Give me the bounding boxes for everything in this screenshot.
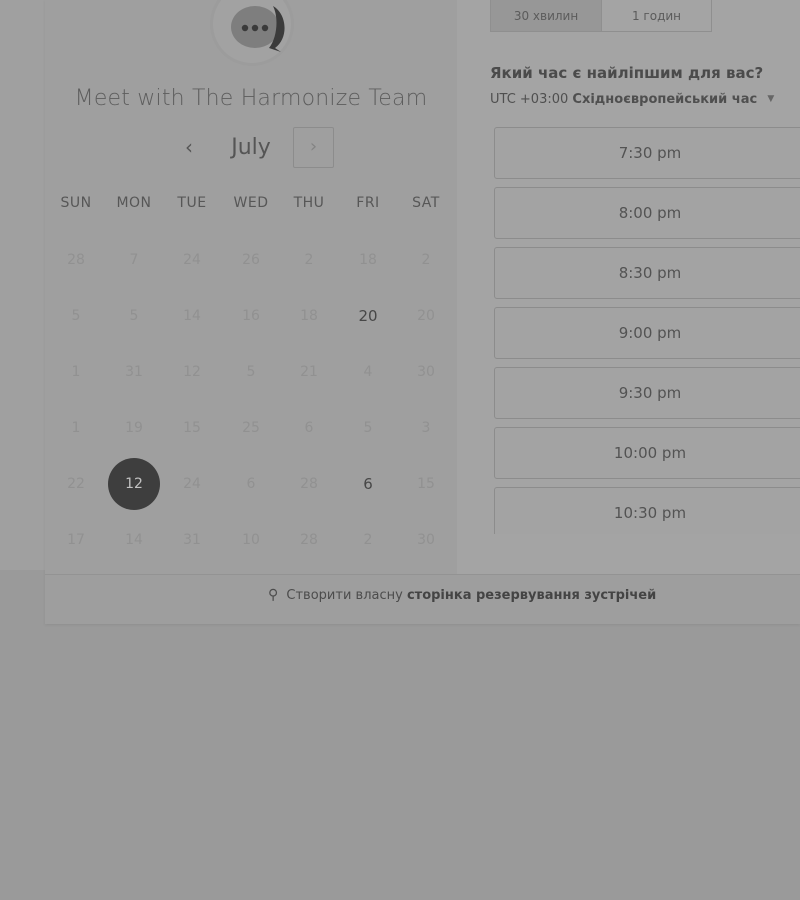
weekday-label: SAT [412, 195, 440, 211]
prev-month-button[interactable]: ‹ [175, 133, 203, 163]
footer-link-strong: сторінка резервування зустрічей [406, 588, 657, 603]
calendar-day: 12 [183, 364, 201, 380]
chat-bubble-icon [231, 6, 285, 52]
calendar-grid: 28 7 24 26 2 18 2 5 5 14 16 18 20 20 1 31 12 5 21 4 30 1 19 15 2… [47, 232, 457, 568]
time-slot-button[interactable]: 8:00 pm [494, 187, 800, 239]
calendar-day: 31 [183, 532, 201, 548]
calendar-day: 4 [363, 364, 373, 380]
time-slot-button[interactable]: 10:30 pm [494, 487, 800, 534]
time-slot-list[interactable]: 7:30 pm 8:00 pm 8:30 pm 9:00 pm 9:30 pm 10:00… [494, 127, 800, 534]
calendar-day: 18 [300, 308, 318, 324]
calendar-day: 25 [242, 420, 260, 436]
calendar-day: 2 [304, 252, 314, 268]
calendar-day: 1 [71, 420, 81, 436]
next-month-button[interactable]: › [293, 127, 334, 168]
weekday-label: WED [233, 195, 269, 211]
calendar-day: 10 [242, 532, 260, 548]
calendar-day: 28 [67, 252, 85, 268]
duration-tab-30-min[interactable]: 30 хвилин [490, 0, 602, 32]
time-slot-button[interactable]: 8:30 pm [494, 247, 800, 299]
calendar-day: 14 [125, 532, 143, 548]
time-slot-button[interactable]: 10:00 pm [494, 427, 800, 479]
calendar-day: 3 [421, 420, 431, 436]
calendar-day: 17 [67, 532, 85, 548]
calendar-day: 26 [242, 252, 260, 268]
calendar-day: 14 [183, 308, 201, 324]
weekday-label: TUE [177, 195, 207, 211]
calendar-day: 15 [417, 476, 435, 492]
calendar-day: 2 [363, 532, 373, 548]
calendar-day: 5 [71, 308, 81, 324]
weekday-label: FRI [356, 195, 380, 211]
selected-day-number: 12 [125, 476, 143, 492]
calendar-day: 5 [363, 420, 373, 436]
calendar-day: 2 [421, 252, 431, 268]
create-booking-page-link[interactable]: ⚲ Створити власну сторінка резервування … [268, 587, 656, 603]
calendar-day: 19 [125, 420, 143, 436]
calendar-day: 20 [417, 308, 435, 324]
calendar-day: 7 [129, 252, 139, 268]
weekday-header: SUN MON TUE WED THU FRI SAT [47, 195, 457, 215]
calendar-day: 6 [304, 420, 314, 436]
timezone-name: Східноєвропейський час [572, 92, 758, 107]
calendar-day[interactable]: 20 [339, 288, 397, 344]
calendar-day: 6 [246, 476, 256, 492]
calendar-day: 31 [125, 364, 143, 380]
time-question: Який час є найліпшим для вас? [490, 64, 764, 82]
calendar-day: 18 [359, 252, 377, 268]
calendar-day: 21 [300, 364, 318, 380]
calendar-day: 24 [183, 476, 201, 492]
calendar-day: 30 [417, 364, 435, 380]
calendar-day: 28 [300, 532, 318, 548]
time-slot-button[interactable]: 9:00 pm [494, 307, 800, 359]
calendar-day: 5 [246, 364, 256, 380]
calendar-day: 5 [129, 308, 139, 324]
duration-tabs: 30 хвилин 1 годин [490, 0, 712, 32]
weekday-label: SUN [60, 195, 92, 211]
calendar-day: 1 [71, 364, 81, 380]
calendar-day: 15 [183, 420, 201, 436]
month-navigation: ‹ July › [45, 127, 457, 169]
calendar-day: 24 [183, 252, 201, 268]
time-slot-button[interactable]: 7:30 pm [494, 127, 800, 179]
calendar-day: 16 [242, 308, 260, 324]
month-label: July [231, 135, 271, 160]
caret-down-icon: ▼ [767, 94, 775, 104]
timezone-select[interactable]: UTC +03:00 Східноєвропейський час ▼ [490, 92, 774, 107]
weekday-label: MON [116, 195, 152, 211]
timezone-offset: UTC +03:00 [490, 92, 569, 107]
calendar-day[interactable]: 6 [339, 456, 397, 512]
calendar-day: 28 [300, 476, 318, 492]
hubspot-sprocket-icon: ⚲ [268, 587, 279, 603]
calendar-day[interactable]: 12 [105, 456, 163, 512]
calendar-day: 22 [67, 476, 85, 492]
weekday-label: THU [293, 195, 325, 211]
duration-tab-1-hour[interactable]: 1 годин [601, 0, 712, 32]
calendar-day: 30 [417, 532, 435, 548]
footer-link-prefix: Створити власну [286, 588, 403, 603]
event-title: Meet with The Harmonize Team [74, 86, 428, 111]
time-slot-button[interactable]: 9:30 pm [494, 367, 800, 419]
